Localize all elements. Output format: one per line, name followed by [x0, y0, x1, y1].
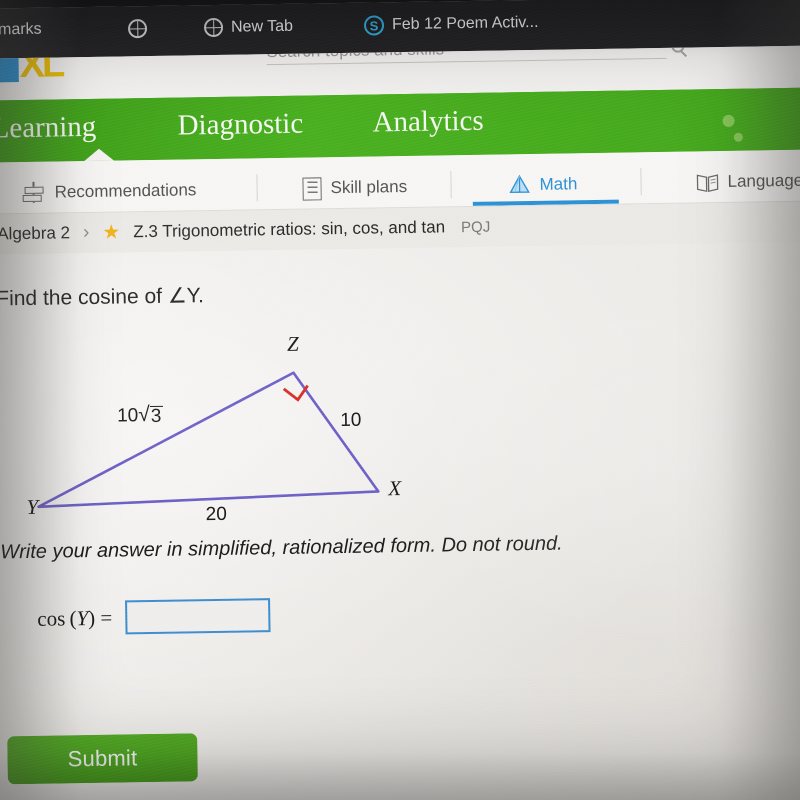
globe-icon: [203, 17, 224, 38]
star-icon[interactable]: ★: [102, 221, 120, 243]
bookmark-label: Feb 12 Poem Activ...: [391, 13, 539, 34]
bookmark-item-new-tab[interactable]: New Tab: [203, 17, 294, 38]
nav-item-learning[interactable]: Learning: [0, 111, 97, 146]
skill-code: PQJ: [460, 218, 491, 236]
tab-label: Recommendations: [54, 180, 197, 202]
breadcrumb-course[interactable]: Algebra 2: [0, 223, 70, 244]
bookmark-item-globe[interactable]: [127, 19, 148, 39]
pyramid-icon: [508, 174, 530, 196]
tab-language-arts[interactable]: Language arts: [696, 159, 800, 203]
answer-input[interactable]: [125, 598, 271, 635]
tab-label: Math: [539, 174, 578, 194]
tab-skill-plans[interactable]: Skill plans: [302, 166, 407, 210]
tab-divider: [256, 174, 258, 202]
instruction-text: Write your answer in simplified, rationa…: [0, 532, 563, 564]
screen-photo: -sin-cos-and-tan kmarks New Tab S Feb 12…: [0, 0, 800, 800]
bookmark-item-poem-activity[interactable]: S Feb 12 Poem Activ...: [363, 13, 539, 36]
breadcrumb-skill: Z.3 Trigonometric ratios: sin, cos, and …: [133, 217, 446, 242]
nav-glare-dot: [733, 132, 743, 142]
side-length-yz: 10 √ 3: [116, 403, 164, 428]
vertex-label-x: X: [388, 476, 402, 501]
signpost-icon: [22, 182, 45, 204]
clipboard-icon: [302, 177, 321, 200]
bookmark-label: kmarks: [0, 20, 42, 39]
answer-label: cos (Y) =: [37, 605, 113, 631]
side-length-zx: 10: [340, 409, 362, 432]
tab-divider: [640, 168, 642, 196]
browser-screen: -sin-cos-and-tan kmarks New Tab S Feb 12…: [0, 0, 800, 800]
tab-divider: [450, 171, 452, 199]
problem-area: Find the cosine of ∠Y. Z X Y 10 √3 10 2: [0, 241, 800, 800]
open-book-icon: [696, 172, 719, 193]
vertex-label-y: Y: [26, 494, 39, 519]
submit-button[interactable]: Submit: [7, 733, 198, 785]
nav-item-diagnostic[interactable]: Diagnostic: [177, 108, 303, 143]
question-prompt: Find the cosine of ∠Y.: [0, 284, 205, 311]
triangle-outline: [37, 371, 380, 509]
globe-icon: [127, 19, 148, 39]
tab-label: Skill plans: [330, 176, 408, 198]
tab-recommendations[interactable]: Recommendations: [22, 169, 196, 214]
answer-row: cos (Y) =: [37, 598, 271, 636]
breadcrumb-separator-icon: ›: [82, 221, 90, 244]
tab-label: Language arts: [727, 170, 800, 191]
triangle-figure: Z X Y 10 √ 3 10 20: [21, 325, 444, 532]
side-length-yx: 20: [205, 503, 228, 526]
bookmark-label: New Tab: [230, 17, 294, 36]
vertex-label-z: Z: [286, 331, 299, 356]
nav-item-analytics[interactable]: Analytics: [372, 105, 484, 140]
nav-glare-dot: [722, 114, 735, 127]
s-circle-icon: S: [363, 15, 385, 36]
bookmark-item-bookmarks[interactable]: kmarks: [0, 21, 42, 40]
